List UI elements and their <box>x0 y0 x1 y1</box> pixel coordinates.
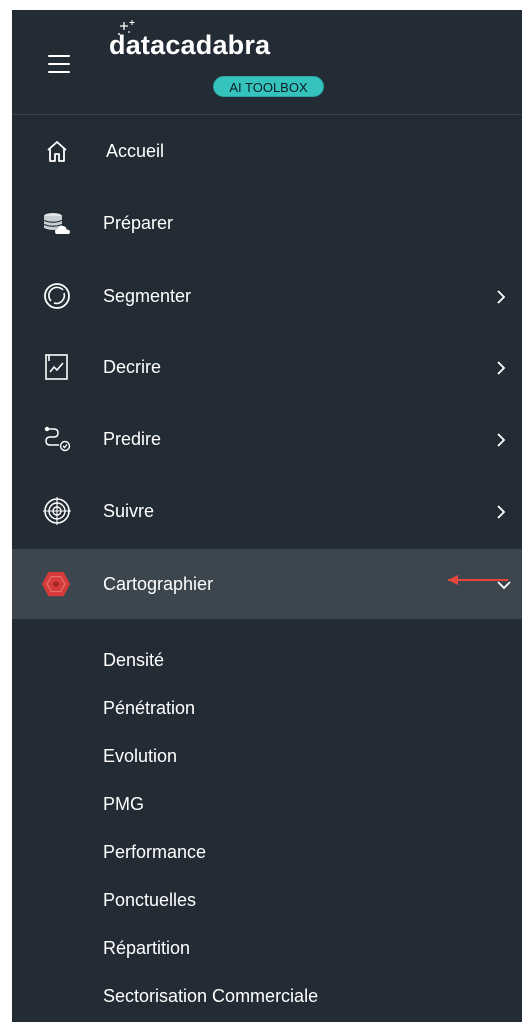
chevron-right-icon <box>497 505 506 519</box>
target-icon <box>43 497 71 525</box>
nav-item-segmenter[interactable]: Segmenter <box>12 260 522 330</box>
nav-label-suivre: Suivre <box>103 501 155 521</box>
ai-toolbox-badge: AI TOOLBOX <box>213 76 324 97</box>
submenu-item-performance[interactable]: Performance <box>103 842 206 863</box>
path-predict-icon <box>44 426 71 452</box>
nav-label-preparer: Préparer <box>103 213 174 233</box>
nav-label-segmenter: Segmenter <box>103 286 192 306</box>
database-cloud-icon <box>43 213 70 234</box>
chevron-right-icon <box>497 290 506 304</box>
annotation-arrow-icon <box>448 575 508 585</box>
chevron-right-icon <box>497 433 506 447</box>
submenu-item-repartition[interactable]: Répartition <box>103 938 190 959</box>
nav-item-predire[interactable]: Predire <box>12 404 522 474</box>
sidebar-header: datacadabra AI TOOLBOX <box>12 10 522 115</box>
submenu-item-densite[interactable]: Densité <box>103 650 164 671</box>
home-icon <box>47 141 67 162</box>
submenu-item-evolution[interactable]: Evolution <box>103 746 177 767</box>
hexagon-map-icon <box>41 571 71 597</box>
chart-report-icon <box>45 354 68 380</box>
submenu-item-ponctuelles[interactable]: Ponctuelles <box>103 890 196 911</box>
submenu-item-pmg[interactable]: PMG <box>103 794 144 815</box>
nav-item-accueil[interactable]: Accueil <box>12 116 522 186</box>
nav-item-suivre[interactable]: Suivre <box>12 476 522 546</box>
segment-ring-icon <box>44 283 70 309</box>
chevron-right-icon <box>497 361 506 375</box>
nav-item-preparer[interactable]: Préparer <box>12 188 522 258</box>
submenu-item-penetration[interactable]: Pénétration <box>103 698 195 719</box>
submenu-item-sectorisation-commerciale[interactable]: Sectorisation Commerciale <box>103 986 318 1007</box>
nav-label-accueil: Accueil <box>106 141 165 161</box>
nav-label-predire: Predire <box>103 429 162 449</box>
nav-label-decrire: Decrire <box>103 357 162 377</box>
sidebar: datacadabra AI TOOLBOX Accueil Préparer … <box>12 10 522 1022</box>
nav-item-decrire[interactable]: Decrire <box>12 332 522 402</box>
brand-logo: datacadabra <box>109 30 271 60</box>
nav-label-cartographier: Cartographier <box>103 574 214 594</box>
hamburger-menu-icon[interactable] <box>48 55 70 73</box>
